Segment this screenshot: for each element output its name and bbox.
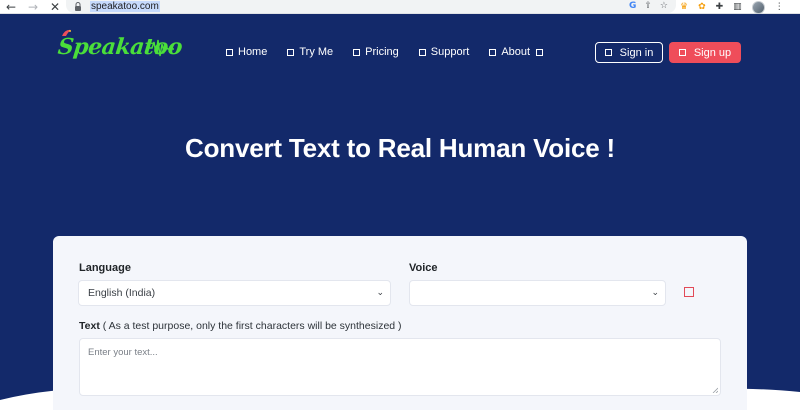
sign-in-button[interactable]: Sign in bbox=[595, 42, 663, 63]
forward-button[interactable]: → bbox=[22, 0, 44, 14]
google-icon[interactable]: G bbox=[629, 2, 636, 11]
resize-handle-icon[interactable] bbox=[712, 387, 718, 393]
play-preview-icon[interactable] bbox=[684, 287, 694, 297]
arrow-left-icon: ← bbox=[5, 0, 17, 14]
sign-in-label: Sign in bbox=[619, 46, 654, 59]
main-nav: Home Try Me Pricing Support About bbox=[226, 44, 563, 60]
arrow-right-icon: → bbox=[27, 0, 39, 14]
nav-home[interactable]: Home bbox=[226, 46, 267, 58]
square-icon bbox=[353, 48, 361, 56]
chevron-down-icon: ⌄ bbox=[651, 288, 659, 298]
language-select[interactable]: English (India) ⌄ bbox=[78, 280, 391, 306]
square-icon bbox=[418, 48, 426, 56]
address-bar[interactable]: speakatoo.com G ⇪ ☆ bbox=[66, 0, 676, 13]
lock-icon bbox=[72, 1, 84, 13]
square-icon bbox=[489, 48, 497, 56]
text-placeholder: Enter your text... bbox=[88, 347, 158, 358]
tts-form-card: Language Voice English (India) ⌄ ⌄ Text … bbox=[53, 236, 747, 410]
language-label: Language bbox=[79, 262, 131, 274]
text-label-note: ( As a test purpose, only the first char… bbox=[102, 320, 402, 332]
url-text[interactable]: speakatoo.com bbox=[90, 1, 160, 12]
browser-toolbar: ← → ✕ speakatoo.com G ⇪ ☆ ♛ ✿ ✚ ▥ ⋮ bbox=[0, 0, 800, 14]
voice-select[interactable]: ⌄ bbox=[409, 280, 666, 306]
nav-label: About bbox=[501, 46, 531, 58]
nav-label: Support bbox=[430, 46, 470, 58]
extension-crown-icon[interactable]: ♛ bbox=[680, 2, 688, 12]
extension-fox-icon[interactable]: ✿ bbox=[698, 2, 706, 12]
chevron-down-icon: ⌄ bbox=[376, 288, 384, 298]
site-logo[interactable]: Speakatoo bbox=[56, 28, 183, 72]
more-menu-icon[interactable]: ⋮ bbox=[775, 2, 784, 12]
text-input[interactable]: Enter your text... bbox=[79, 338, 721, 396]
nav-label: Home bbox=[238, 46, 268, 58]
text-label-title: Text bbox=[79, 320, 100, 332]
back-button[interactable]: ← bbox=[0, 0, 22, 14]
voice-label: Voice bbox=[409, 262, 438, 274]
sidebar-icon[interactable]: ▥ bbox=[733, 2, 742, 12]
soundwave-icon bbox=[148, 39, 174, 57]
profile-avatar[interactable] bbox=[751, 0, 765, 14]
star-icon[interactable]: ☆ bbox=[660, 2, 668, 11]
square-icon bbox=[226, 48, 233, 56]
sign-up-label: Sign up bbox=[693, 46, 732, 59]
puzzle-icon[interactable]: ✚ bbox=[716, 2, 724, 12]
square-icon bbox=[536, 48, 544, 56]
nav-about[interactable]: About bbox=[489, 46, 544, 58]
close-icon: ✕ bbox=[49, 0, 61, 14]
language-value: English (India) bbox=[88, 287, 156, 299]
nav-try-me[interactable]: Try Me bbox=[287, 46, 333, 58]
nav-label: Try Me bbox=[299, 46, 334, 58]
sign-up-button[interactable]: Sign up bbox=[669, 42, 741, 63]
square-icon bbox=[678, 49, 686, 56]
nav-support[interactable]: Support bbox=[418, 46, 470, 58]
hero-title: Convert Text to Real Human Voice ! bbox=[185, 133, 615, 163]
square-icon bbox=[604, 49, 612, 56]
nav-label: Pricing bbox=[365, 46, 399, 58]
text-label: Text ( As a test purpose, only the first… bbox=[79, 320, 402, 332]
share-icon[interactable]: ⇪ bbox=[644, 2, 652, 11]
stop-button[interactable]: ✕ bbox=[44, 0, 66, 14]
nav-pricing[interactable]: Pricing bbox=[353, 46, 399, 58]
square-icon bbox=[287, 48, 295, 56]
